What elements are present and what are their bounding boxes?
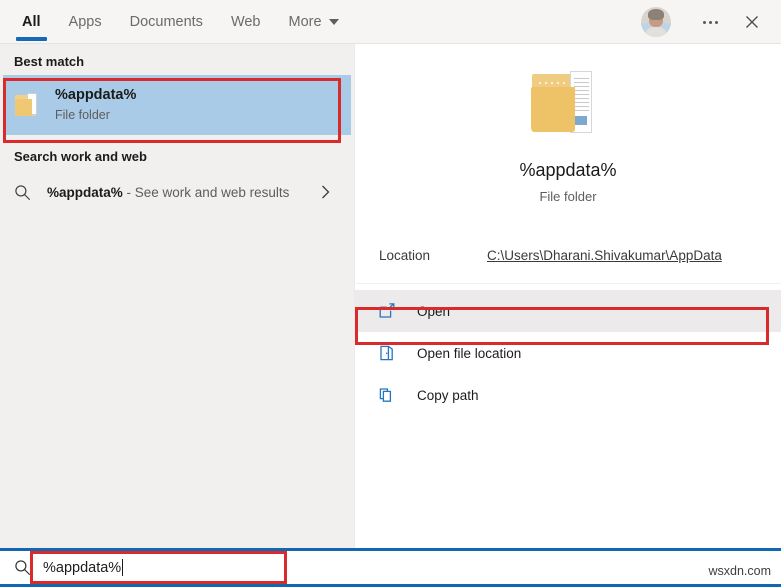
close-button[interactable] xyxy=(733,5,771,39)
action-copy-path-label: Copy path xyxy=(417,388,479,403)
location-row: Location C:\Users\Dharani.Shivakumar\App… xyxy=(355,242,781,269)
tab-all-label: All xyxy=(22,14,41,30)
chevron-right-icon xyxy=(319,183,332,201)
search-input-value: %appdata% xyxy=(43,560,121,576)
tab-documents[interactable]: Documents xyxy=(116,0,217,44)
close-icon xyxy=(744,14,760,30)
folder-icon xyxy=(15,93,41,117)
preview-header: %appdata% File folder xyxy=(355,44,781,204)
result-item-appdata[interactable]: %appdata% File folder xyxy=(3,75,351,135)
search-header: All Apps Documents Web More xyxy=(0,0,781,44)
web-result-suffix: - See work and web results xyxy=(123,185,290,200)
tab-web-label: Web xyxy=(231,14,261,30)
action-copy-path[interactable]: Copy path xyxy=(355,374,781,416)
search-icon xyxy=(14,184,31,201)
tab-more-label: More xyxy=(289,14,322,30)
ellipsis-icon xyxy=(703,21,718,24)
result-text: %appdata% File folder xyxy=(55,86,136,124)
avatar-body xyxy=(646,27,666,37)
web-result-query: %appdata% xyxy=(47,185,123,200)
web-result-label: %appdata% - See work and web results xyxy=(47,185,289,200)
action-open-file-location[interactable]: Open file location xyxy=(355,332,781,374)
folder-open-icon xyxy=(377,343,397,363)
folder-icon xyxy=(530,70,606,138)
tab-apps[interactable]: Apps xyxy=(55,0,116,44)
preview-panel: %appdata% File folder Location C:\Users\… xyxy=(354,44,781,548)
location-section: Location C:\Users\Dharani.Shivakumar\App… xyxy=(355,242,781,284)
results-panel: Best match %appdata% File folder Search … xyxy=(0,44,354,548)
result-title: %appdata% xyxy=(55,86,136,106)
web-search-heading: Search work and web xyxy=(0,135,354,170)
windows-search-window: All Apps Documents Web More xyxy=(0,0,781,587)
web-result-item[interactable]: %appdata% - See work and web results xyxy=(0,170,354,214)
filter-tabs: All Apps Documents Web More xyxy=(8,0,353,44)
preview-title: %appdata% xyxy=(355,160,781,181)
search-input[interactable]: %appdata% xyxy=(43,559,123,576)
avatar[interactable] xyxy=(641,7,671,37)
search-bar[interactable]: %appdata% wsxdn.com xyxy=(0,548,781,587)
header-actions xyxy=(641,0,771,44)
action-open[interactable]: Open xyxy=(355,290,781,332)
best-match-heading: Best match xyxy=(0,44,354,75)
action-open-file-location-label: Open file location xyxy=(417,346,521,361)
tab-documents-label: Documents xyxy=(130,14,203,30)
result-subtitle: File folder xyxy=(55,106,136,124)
location-link[interactable]: C:\Users\Dharani.Shivakumar\AppData xyxy=(487,248,722,263)
copy-icon xyxy=(377,385,397,405)
action-open-label: Open xyxy=(417,304,450,319)
tab-apps-label: Apps xyxy=(69,14,102,30)
watermark: wsxdn.com xyxy=(708,564,771,578)
action-list: Open Open file location xyxy=(355,290,781,416)
avatar-hair xyxy=(648,9,665,20)
location-label: Location xyxy=(379,248,487,263)
chevron-down-icon xyxy=(329,19,339,25)
tab-web[interactable]: Web xyxy=(217,0,275,44)
tab-more[interactable]: More xyxy=(275,0,353,44)
more-options-button[interactable] xyxy=(691,5,729,39)
tab-all[interactable]: All xyxy=(8,0,55,44)
search-icon xyxy=(14,559,31,576)
open-external-icon xyxy=(377,301,397,321)
text-cursor xyxy=(122,559,123,576)
preview-subtitle: File folder xyxy=(355,189,781,204)
